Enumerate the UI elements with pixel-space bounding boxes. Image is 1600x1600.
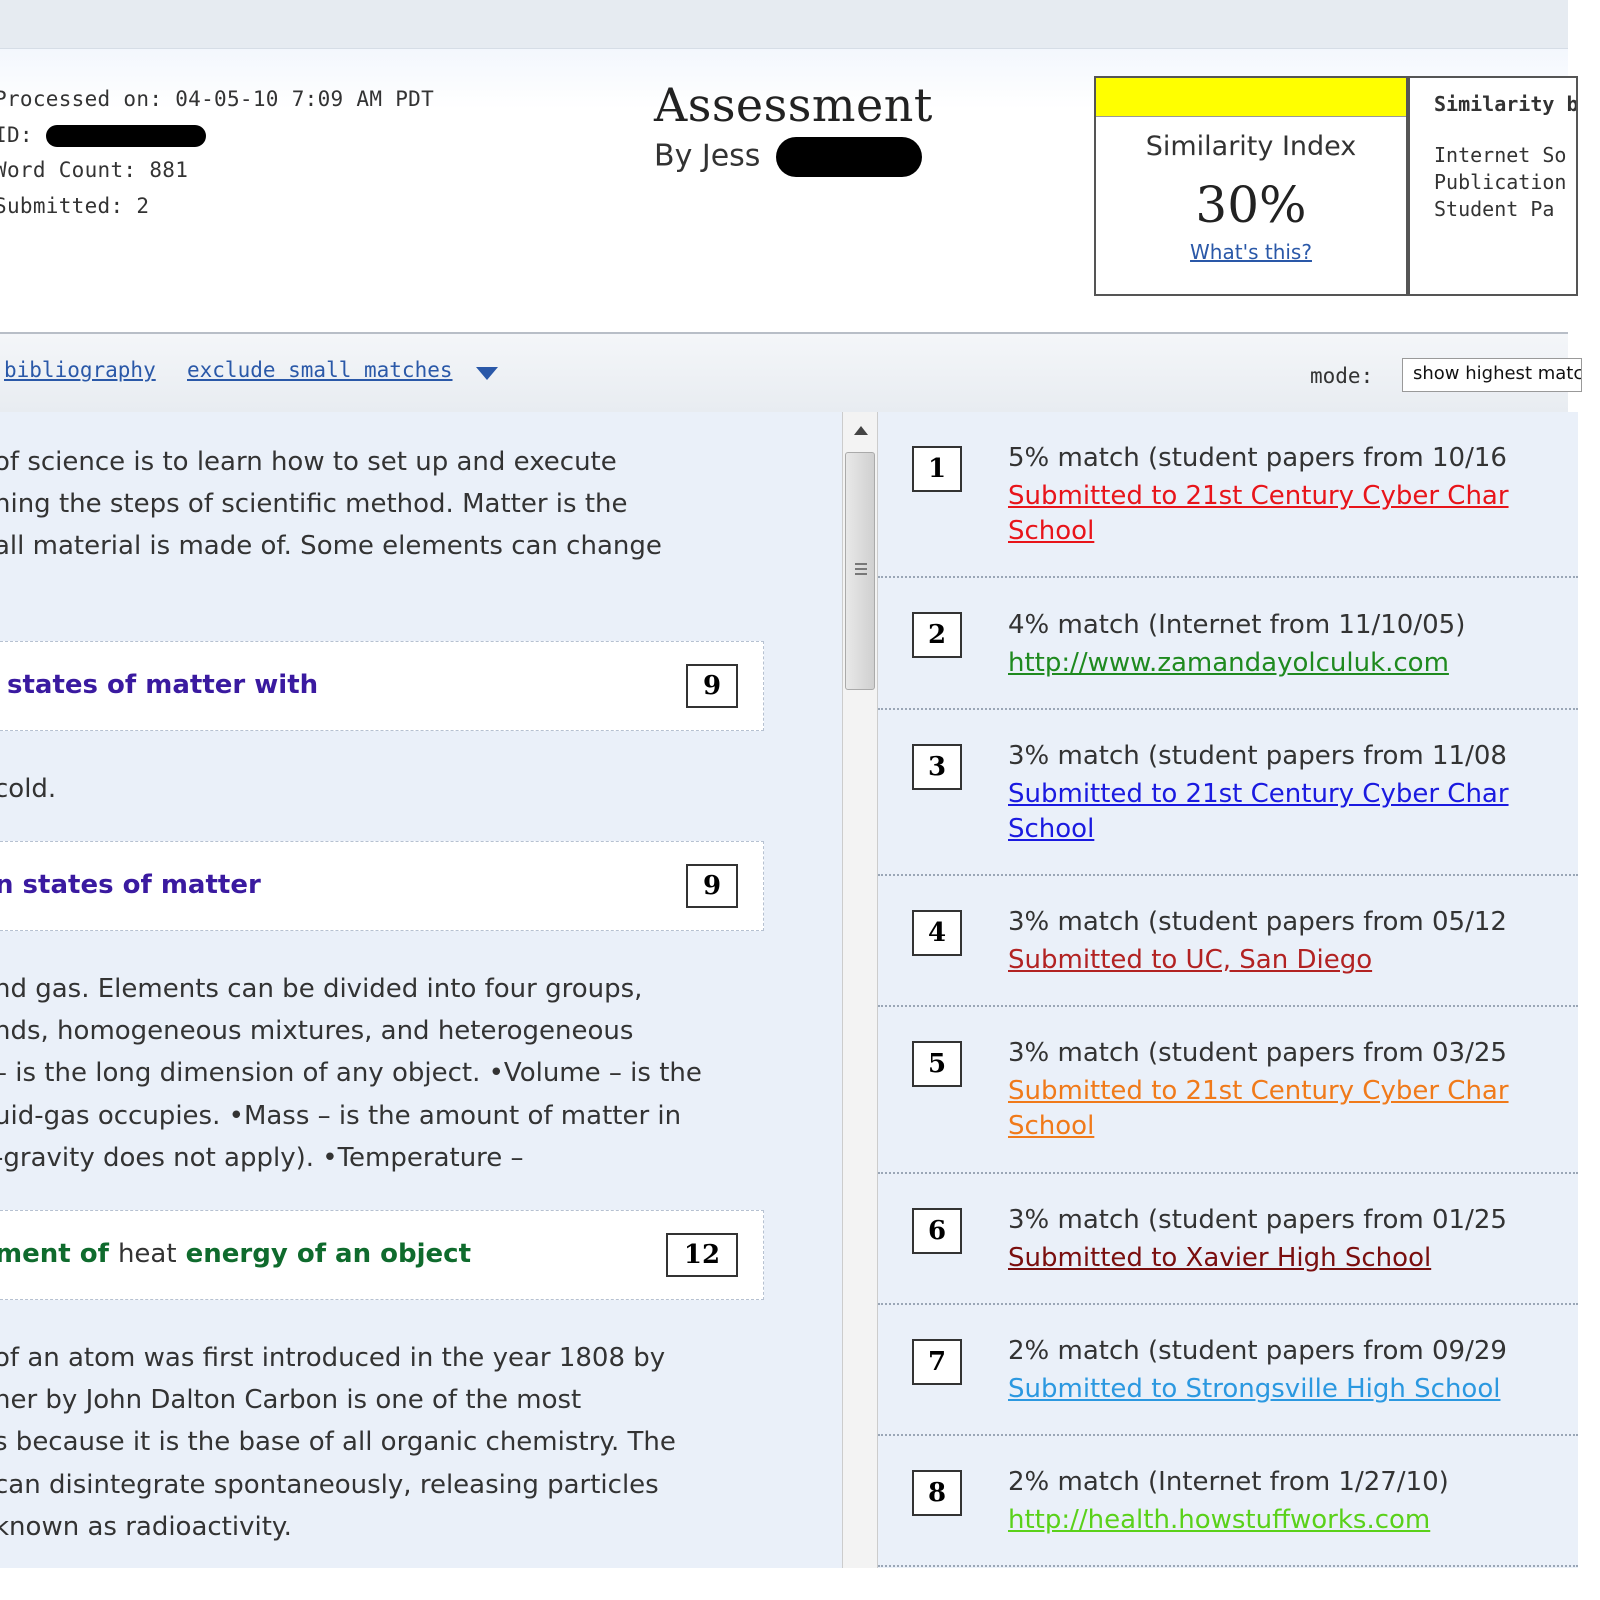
- source-item[interactable]: 6 3% match (student papers from 01/25 Su…: [878, 1174, 1578, 1305]
- scrollbar-thumb[interactable]: [845, 452, 875, 690]
- paper-metadata: Processed on: 04-05-10 7:09 AM PDT ID: W…: [0, 82, 434, 224]
- document-paragraph: cold.: [0, 774, 57, 804]
- similarity-by-source-box: Similarity b Internet So Publication Stu…: [1408, 76, 1578, 296]
- source-match-info: 4% match (Internet from 11/10/05): [1008, 610, 1466, 640]
- source-number[interactable]: 8: [912, 1470, 962, 1516]
- source-link[interactable]: Submitted to 21st Century Cyber Char Scho…: [1008, 1074, 1509, 1144]
- page-title: Assessment: [654, 78, 933, 132]
- document-scrollbar[interactable]: [842, 412, 878, 1568]
- source-type-publications: Publication: [1434, 170, 1567, 194]
- author-byline: By Jess: [654, 137, 922, 177]
- match-number-badge[interactable]: 9: [686, 864, 738, 908]
- source-type-internet: Internet So: [1434, 143, 1567, 167]
- similarity-index-value: 30%: [1195, 176, 1307, 234]
- exclude-bibliography-link[interactable]: bibliography: [4, 358, 156, 382]
- redaction-mark: [775, 137, 922, 177]
- top-bar: [0, 0, 1568, 49]
- source-item[interactable]: 4 3% match (student papers from 05/12 Su…: [878, 876, 1578, 1007]
- similarity-color-bar: [1096, 78, 1406, 117]
- dropdown-arrow-icon[interactable]: [476, 367, 498, 380]
- source-number[interactable]: 1: [912, 446, 962, 492]
- match-number-badge[interactable]: 12: [666, 1233, 738, 1277]
- source-item[interactable]: 2 4% match (Internet from 11/10/05) http…: [878, 578, 1578, 710]
- similarity-index-box: Similarity Index 30% What's this?: [1094, 76, 1408, 296]
- source-type-student-papers: Student Pa: [1434, 197, 1555, 221]
- word-count: Word Count: 881: [0, 158, 189, 182]
- source-link[interactable]: Submitted to Xavier High School: [1008, 1241, 1431, 1276]
- highlighted-match[interactable]: states of matter with 9: [0, 641, 764, 731]
- source-number[interactable]: 5: [912, 1041, 962, 1087]
- exclude-small-matches-link[interactable]: exclude small matches: [187, 358, 453, 382]
- source-number[interactable]: 7: [912, 1339, 962, 1385]
- source-match-info: 3% match (student papers from 01/25: [1008, 1205, 1507, 1235]
- source-number[interactable]: 4: [912, 910, 962, 956]
- source-link[interactable]: Submitted to UC, San Diego: [1008, 943, 1372, 978]
- source-item[interactable]: 5 3% match (student papers from 03/25 Su…: [878, 1007, 1578, 1174]
- source-match-info: 3% match (student papers from 11/08: [1008, 741, 1507, 771]
- source-number[interactable]: 2: [912, 612, 962, 658]
- source-match-info: 3% match (student papers from 05/12: [1008, 907, 1507, 937]
- document-paragraph: of an atom was first introduced in the y…: [0, 1343, 676, 1542]
- document-paragraph: of science is to learn how to set up and…: [0, 447, 662, 562]
- source-item[interactable]: 7 2% match (student papers from 09/29 Su…: [878, 1305, 1578, 1436]
- report-toolbar: bibliography exclude small matches mode:…: [0, 332, 1582, 414]
- source-link[interactable]: http://www.zamandayolculuk.com: [1008, 646, 1449, 681]
- similarity-by-source-title: Similarity b: [1434, 92, 1578, 116]
- source-link[interactable]: Submitted to 21st Century Cyber Char Scho…: [1008, 777, 1509, 847]
- mode-select[interactable]: show highest matches: [1402, 358, 1582, 392]
- similarity-index-label: Similarity Index: [1145, 131, 1357, 162]
- highlighted-match[interactable]: n states of matter 9: [0, 841, 764, 931]
- whats-this-link[interactable]: What's this?: [1096, 240, 1406, 264]
- source-item[interactable]: 3 3% match (student papers from 11/08 Su…: [878, 710, 1578, 876]
- source-number[interactable]: 3: [912, 744, 962, 790]
- grip-icon: [855, 563, 867, 565]
- document-pane: of science is to learn how to set up and…: [0, 412, 842, 1568]
- source-link[interactable]: Submitted to 21st Century Cyber Char Scho…: [1008, 479, 1509, 549]
- redaction-mark: [45, 124, 206, 147]
- mode-label: mode:: [1310, 364, 1374, 388]
- source-match-info: 2% match (Internet from 1/27/10): [1008, 1467, 1449, 1497]
- document-paragraph: nd gas. Elements can be divided into fou…: [0, 974, 702, 1173]
- highlighted-match[interactable]: ment of heat energy of an object 12: [0, 1210, 764, 1300]
- processed-on: Processed on: 04-05-10 7:09 AM PDT: [0, 87, 435, 111]
- submitted-count: Submitted: 2: [0, 193, 150, 218]
- match-sources-pane: 1 5% match (student papers from 10/16 Su…: [878, 412, 1578, 1568]
- source-match-info: 2% match (student papers from 09/29: [1008, 1336, 1507, 1366]
- source-match-info: 5% match (student papers from 10/16: [1008, 443, 1507, 473]
- source-link[interactable]: Submitted to Strongsville High School: [1008, 1372, 1500, 1407]
- source-number[interactable]: 6: [912, 1208, 962, 1254]
- source-item[interactable]: 1 5% match (student papers from 10/16 Su…: [878, 412, 1578, 578]
- source-link[interactable]: http://health.howstuffworks.com: [1008, 1503, 1430, 1538]
- scroll-up-arrow-icon[interactable]: [854, 426, 868, 435]
- source-match-info: 3% match (student papers from 03/25: [1008, 1038, 1507, 1068]
- paper-id: ID:: [0, 118, 434, 154]
- match-number-badge[interactable]: 9: [686, 664, 738, 708]
- source-item[interactable]: 8 2% match (Internet from 1/27/10) http:…: [878, 1436, 1578, 1567]
